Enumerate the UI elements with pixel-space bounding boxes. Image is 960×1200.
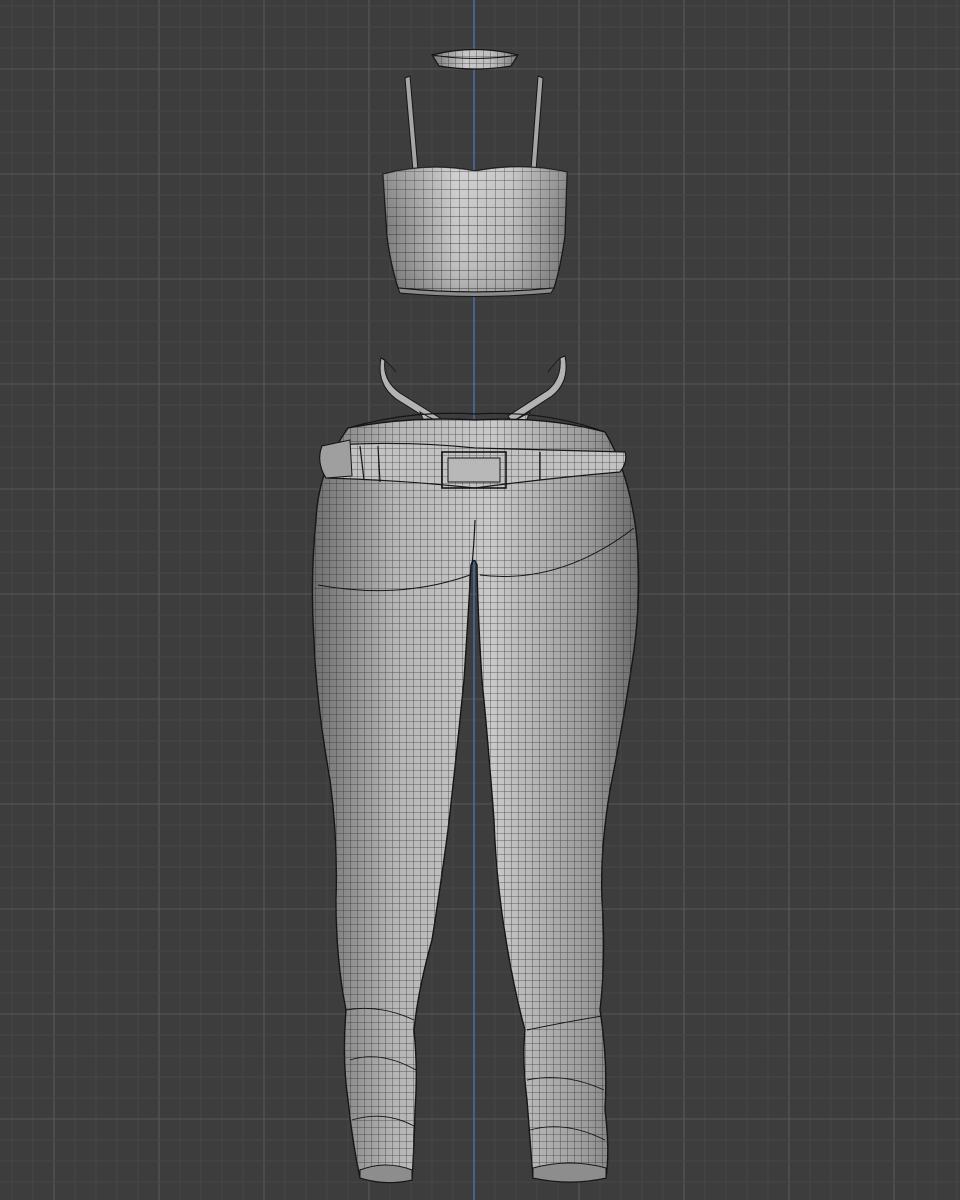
viewport-canvas[interactable] [0,0,960,1200]
choker-mesh[interactable] [431,48,519,70]
3d-viewport[interactable] [0,0,960,1200]
